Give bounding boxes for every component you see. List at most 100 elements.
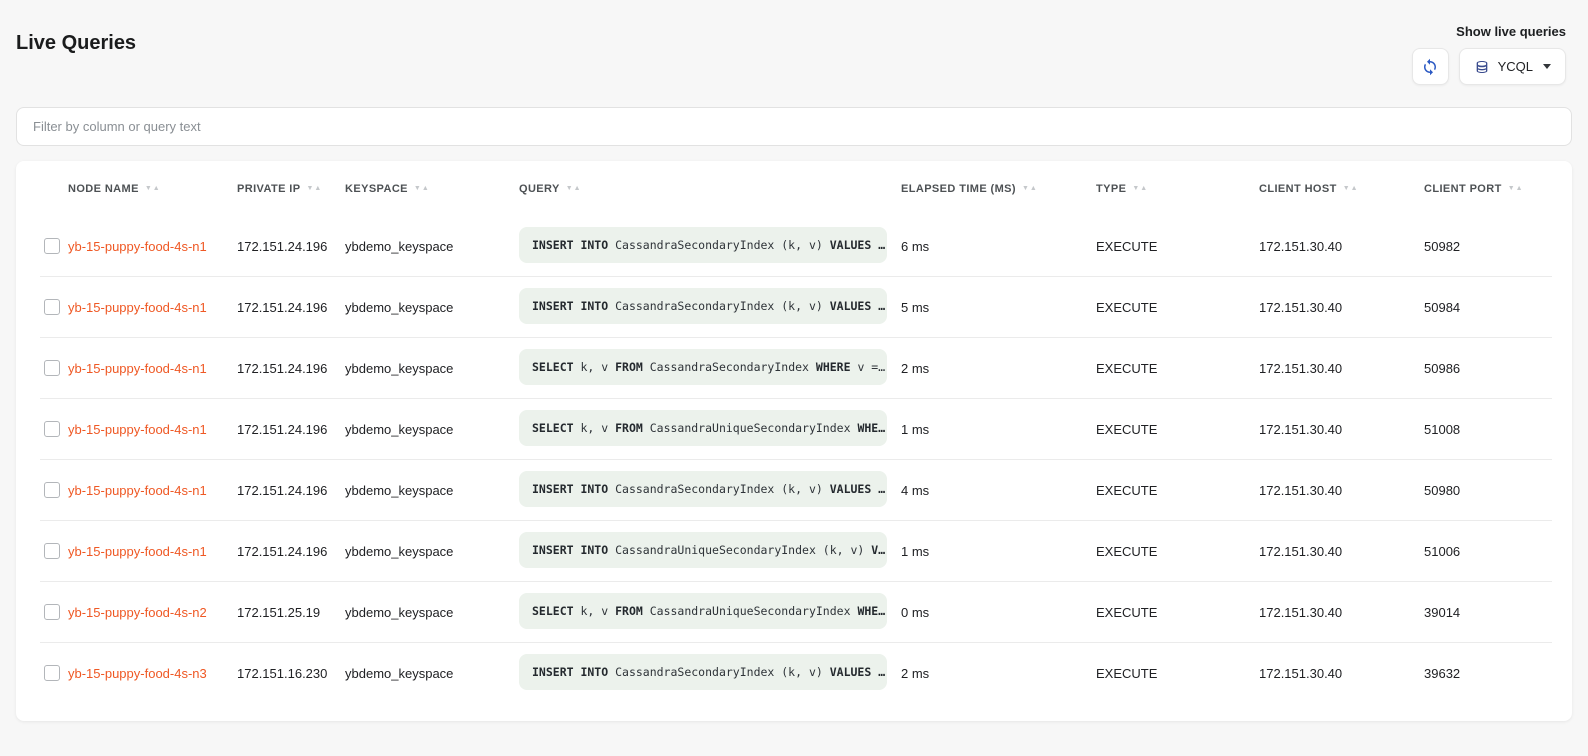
cell-client-port: 50982 [1424, 239, 1572, 254]
sort-icon[interactable]: ▼▲ [307, 185, 323, 192]
cell-node-name: yb-15-puppy-food-4s-n2 [68, 605, 237, 620]
cell-client-port: 39014 [1424, 605, 1572, 620]
sort-icon[interactable]: ▼▲ [1508, 185, 1524, 192]
cell-private-ip: 172.151.24.196 [237, 544, 345, 559]
row-checkbox[interactable] [44, 360, 60, 376]
cell-keyspace: ybdemo_keyspace [345, 239, 519, 254]
checkbox-cell [16, 543, 68, 559]
cell-node-name: yb-15-puppy-food-4s-n3 [68, 666, 237, 681]
column-header-client-host[interactable]: CLIENT HOST ▼▲ [1259, 183, 1424, 195]
cell-keyspace: ybdemo_keyspace [345, 300, 519, 315]
row-checkbox[interactable] [44, 238, 60, 254]
query-text: INSERT INTO CassandraSecondaryIndex (k, … [519, 654, 887, 690]
cell-keyspace: ybdemo_keyspace [345, 483, 519, 498]
column-header-label: CLIENT HOST [1259, 183, 1337, 195]
row-checkbox[interactable] [44, 299, 60, 315]
cell-type: EXECUTE [1096, 361, 1259, 376]
cell-client-port: 50980 [1424, 483, 1572, 498]
row-checkbox[interactable] [44, 421, 60, 437]
node-name-link[interactable]: yb-15-puppy-food-4s-n2 [68, 605, 207, 620]
cell-keyspace: ybdemo_keyspace [345, 666, 519, 681]
cell-elapsed-time: 6 ms [901, 239, 1096, 254]
query-text: INSERT INTO CassandraSecondaryIndex (k, … [519, 227, 887, 263]
node-name-link[interactable]: yb-15-puppy-food-4s-n1 [68, 300, 207, 315]
checkbox-cell [16, 360, 68, 376]
cell-elapsed-time: 2 ms [901, 361, 1096, 376]
row-checkbox[interactable] [44, 543, 60, 559]
checkbox-cell [16, 238, 68, 254]
row-checkbox[interactable] [44, 482, 60, 498]
cell-query: SELECT k, v FROM CassandraUniqueSecondar… [519, 593, 901, 632]
cell-client-host: 172.151.30.40 [1259, 483, 1424, 498]
checkbox-cell [16, 482, 68, 498]
cell-client-host: 172.151.30.40 [1259, 544, 1424, 559]
table-row: yb-15-puppy-food-4s-n1 172.151.24.196ybde… [16, 460, 1572, 520]
row-checkbox[interactable] [44, 604, 60, 620]
sort-icon[interactable]: ▼▲ [145, 185, 161, 192]
sort-icon[interactable]: ▼▲ [1343, 185, 1359, 192]
node-name-link[interactable]: yb-15-puppy-food-4s-n3 [68, 666, 207, 681]
refresh-icon [1421, 58, 1439, 76]
column-header-keyspace[interactable]: KEYSPACE ▼▲ [345, 183, 519, 195]
api-selector-dropdown[interactable]: YCQL [1459, 48, 1566, 85]
sort-icon[interactable]: ▼▲ [1132, 185, 1148, 192]
cell-keyspace: ybdemo_keyspace [345, 422, 519, 437]
cell-client-port: 39632 [1424, 666, 1572, 681]
cell-private-ip: 172.151.24.196 [237, 422, 345, 437]
show-live-queries-label: Show live queries [1456, 24, 1566, 39]
cell-query: SELECT k, v FROM CassandraUniqueSecondar… [519, 410, 901, 449]
cell-type: EXECUTE [1096, 666, 1259, 681]
sort-icon[interactable]: ▼▲ [414, 185, 430, 192]
cell-elapsed-time: 0 ms [901, 605, 1096, 620]
cell-client-host: 172.151.30.40 [1259, 300, 1424, 315]
cell-private-ip: 172.151.16.230 [237, 666, 345, 681]
topbar: Live Queries Show live queries YCQL [0, 0, 1588, 85]
cell-client-port: 50986 [1424, 361, 1572, 376]
column-header-private-ip[interactable]: PRIVATE IP▼▲ [237, 183, 345, 195]
column-header-label: ELAPSED TIME (MS) [901, 183, 1016, 195]
cell-private-ip: 172.151.24.196 [237, 483, 345, 498]
cell-keyspace: ybdemo_keyspace [345, 544, 519, 559]
column-header-client-port[interactable]: CLIENT PORT▼▲ [1424, 183, 1572, 195]
cell-type: EXECUTE [1096, 422, 1259, 437]
sort-icon[interactable]: ▼▲ [566, 185, 582, 192]
cell-query: INSERT INTO CassandraSecondaryIndex (k, … [519, 288, 901, 327]
query-text: INSERT INTO CassandraSecondaryIndex (k, … [519, 288, 887, 324]
column-header-type[interactable]: TYPE▼▲ [1096, 183, 1259, 195]
refresh-button[interactable] [1412, 48, 1449, 85]
node-name-link[interactable]: yb-15-puppy-food-4s-n1 [68, 544, 207, 559]
row-checkbox[interactable] [44, 665, 60, 681]
query-text: SELECT k, v FROM CassandraUniqueSecondar… [519, 593, 887, 629]
cell-node-name: yb-15-puppy-food-4s-n1 [68, 544, 237, 559]
cell-elapsed-time: 4 ms [901, 483, 1096, 498]
cell-private-ip: 172.151.25.19 [237, 605, 345, 620]
chevron-down-icon [1543, 64, 1551, 69]
cell-query: INSERT INTO CassandraSecondaryIndex (k, … [519, 654, 901, 693]
checkbox-cell [16, 299, 68, 315]
table-row: yb-15-puppy-food-4s-n1 172.151.24.196ybde… [16, 521, 1572, 581]
column-header-label: QUERY [519, 183, 560, 195]
node-name-link[interactable]: yb-15-puppy-food-4s-n1 [68, 239, 207, 254]
column-header-elapsed-time-ms[interactable]: ELAPSED TIME (MS) ▼▲ [901, 183, 1096, 195]
table-row: yb-15-puppy-food-4s-n2 172.151.25.19ybdem… [16, 582, 1572, 642]
column-header-label: KEYSPACE [345, 183, 408, 195]
cell-elapsed-time: 1 ms [901, 544, 1096, 559]
node-name-link[interactable]: yb-15-puppy-food-4s-n1 [68, 422, 207, 437]
column-header-query[interactable]: QUERY ▼▲ [519, 183, 901, 195]
column-header-label: NODE NAME [68, 183, 139, 195]
cell-client-host: 172.151.30.40 [1259, 666, 1424, 681]
node-name-link[interactable]: yb-15-puppy-food-4s-n1 [68, 483, 207, 498]
cell-node-name: yb-15-puppy-food-4s-n1 [68, 483, 237, 498]
sort-icon[interactable]: ▼▲ [1022, 185, 1038, 192]
filter-input[interactable] [16, 107, 1572, 146]
cell-keyspace: ybdemo_keyspace [345, 605, 519, 620]
topbar-actions: Show live queries YCQL [1412, 24, 1566, 85]
cell-query: INSERT INTO CassandraUniqueSecondaryInde… [519, 532, 901, 571]
table-row: yb-15-puppy-food-4s-n1172.151.24.196ybde… [16, 216, 1572, 276]
cell-client-port: 51008 [1424, 422, 1572, 437]
cell-node-name: yb-15-puppy-food-4s-n1 [68, 422, 237, 437]
node-name-link[interactable]: yb-15-puppy-food-4s-n1 [68, 361, 207, 376]
column-header-node-name[interactable]: NODE NAME ▼▲ [68, 183, 237, 195]
cell-query: SELECT k, v FROM CassandraSecondaryIndex… [519, 349, 901, 388]
cell-client-host: 172.151.30.40 [1259, 361, 1424, 376]
